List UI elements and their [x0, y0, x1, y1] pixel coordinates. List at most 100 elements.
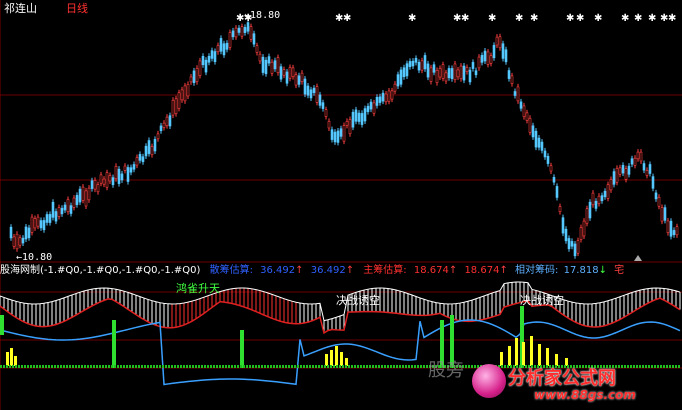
baseline-tick — [321, 365, 323, 368]
candle-body — [609, 179, 613, 191]
baseline-tick — [270, 365, 272, 368]
baseline-tick — [144, 365, 146, 368]
baseline-tick — [417, 365, 419, 368]
candle-body — [432, 64, 436, 73]
candle-body — [630, 158, 634, 165]
candle-body — [486, 51, 490, 65]
candle-body — [555, 186, 559, 198]
candle-body — [207, 55, 211, 63]
candle-body — [471, 62, 475, 69]
signal-star-marker: ✱ — [515, 13, 523, 24]
yellow-histogram-bar — [330, 350, 333, 366]
candle-body — [300, 72, 304, 82]
candle-body — [330, 129, 334, 140]
candle-body — [117, 168, 121, 184]
candle-body — [411, 60, 415, 67]
baseline-tick — [291, 365, 293, 368]
baseline-tick — [108, 365, 110, 368]
baseline-tick — [42, 365, 44, 368]
candle-body — [141, 156, 145, 163]
baseline-tick — [189, 365, 191, 368]
candle-body — [651, 176, 655, 189]
candle-body — [390, 90, 394, 100]
candle-body — [60, 207, 64, 215]
candle-body — [66, 199, 70, 213]
candle-body — [375, 96, 379, 106]
candle-body — [315, 86, 319, 103]
candle-body — [444, 72, 448, 82]
candle-body — [144, 145, 148, 157]
retail-chip-value-2: 36.492 — [310, 265, 346, 276]
candle-body — [597, 195, 601, 204]
candle-body — [174, 98, 178, 114]
retail-chip-arrow-2: ↑ — [345, 265, 355, 276]
candle-body — [213, 51, 217, 62]
signal-star-marker: ✱ — [461, 13, 469, 24]
candle-body — [189, 76, 193, 83]
candle-body — [261, 56, 265, 73]
candle-body — [171, 100, 175, 116]
candle-body — [282, 69, 286, 76]
candle-body — [78, 188, 82, 203]
baseline-tick — [138, 365, 140, 368]
candle-body — [576, 240, 580, 254]
baseline-tick — [6, 365, 8, 368]
baseline-tick — [225, 365, 227, 368]
candle-body — [45, 214, 49, 223]
candle-body — [426, 63, 430, 78]
baseline-tick — [399, 365, 401, 368]
candle-body — [54, 211, 58, 222]
baseline-tick — [405, 365, 407, 368]
candle-body — [102, 178, 106, 185]
high-value: 18.80 — [250, 10, 281, 21]
candle-body — [219, 38, 223, 52]
candle-body — [123, 165, 127, 171]
candle-body — [459, 65, 463, 80]
candle-body — [474, 70, 478, 76]
baseline-tick — [60, 365, 62, 368]
baseline-tick — [258, 365, 260, 368]
candle-body — [195, 68, 199, 83]
candle-body — [135, 157, 139, 166]
baseline-tick — [312, 365, 314, 368]
baseline-tick — [282, 365, 284, 368]
signal-star-marker: ✱ — [668, 13, 676, 24]
candle-body — [180, 89, 184, 101]
candle-body — [606, 184, 610, 199]
baseline-tick — [354, 365, 356, 368]
candle-body — [378, 96, 382, 103]
signal-markers: ✱ ✱ ✱ ✱ ✱ ✱ ✱ ✱ ✱ ✱ ✱ ✱ ✱ ✱ ✱ ✱ ✱ ✱ — [236, 13, 676, 261]
candle-body — [99, 174, 103, 184]
candle-body — [108, 175, 112, 182]
baseline-tick — [12, 365, 14, 368]
candle-body — [531, 125, 535, 138]
baseline-tick — [228, 365, 230, 368]
signal-star-marker: ✱ — [648, 13, 656, 24]
candle-body — [396, 74, 400, 87]
baseline-tick — [366, 365, 368, 368]
baseline-tick — [420, 365, 422, 368]
candle-body — [276, 57, 280, 73]
candle-body — [579, 227, 583, 240]
candle-body — [9, 226, 13, 239]
candle-body — [369, 101, 373, 110]
candle-body — [336, 130, 340, 143]
baseline-tick — [150, 365, 152, 368]
candle-body — [339, 128, 343, 137]
signal-star-marker: ✱ — [594, 13, 602, 24]
logo-title: 分析家公式网 — [508, 368, 616, 389]
candle-body — [81, 186, 85, 201]
candle-body — [258, 53, 262, 62]
candle-body — [159, 125, 163, 132]
baseline-tick — [177, 365, 179, 368]
baseline-tick — [378, 365, 380, 368]
candle-body — [63, 204, 67, 211]
candle-body — [495, 36, 499, 46]
candle-body — [561, 217, 565, 234]
baseline-tick — [114, 365, 116, 368]
baseline-tick — [216, 365, 218, 368]
candle-body — [567, 238, 571, 250]
candle-body — [387, 90, 391, 102]
baseline-tick — [306, 365, 308, 368]
relative-chip-value: 17.818 — [563, 265, 599, 276]
